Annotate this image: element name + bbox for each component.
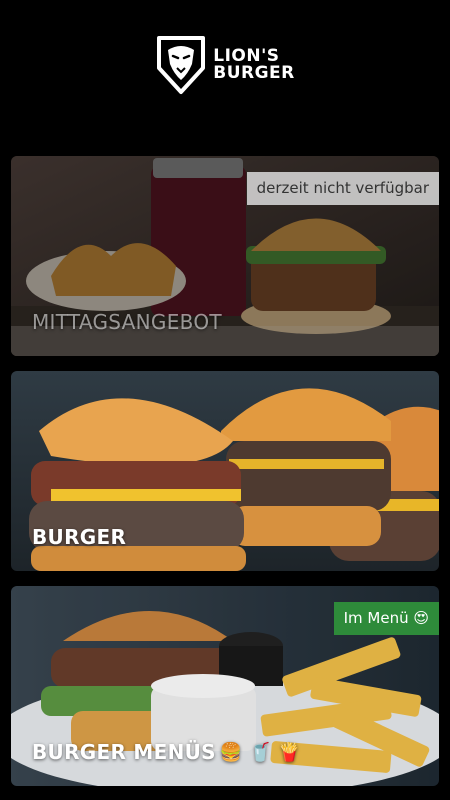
in-menu-badge: Im Menü 😍 — [333, 602, 439, 635]
brand-logo[interactable]: LION'S BURGER — [155, 34, 295, 96]
card-title: BURGER — [32, 525, 127, 549]
category-card-burger-menus[interactable]: Im Menü 😍 BURGER MENÜS 🍔 🥤 🍟 — [11, 586, 439, 786]
app-header: LION'S BURGER — [0, 0, 450, 140]
category-card-mittagsangebot[interactable]: derzeit nicht verfügbar MITTAGSANGEBOT — [11, 156, 439, 356]
card-title-text: BURGER MENÜS — [32, 740, 216, 764]
unavailable-badge: derzeit nicht verfügbar — [246, 172, 439, 205]
card-title: MITTAGSANGEBOT — [32, 310, 222, 334]
category-card-burger[interactable]: BURGER — [11, 371, 439, 571]
card-title: BURGER MENÜS 🍔 🥤 🍟 — [32, 740, 301, 764]
lion-head-icon — [157, 36, 206, 94]
burger-drink-fries-emoji-icons: 🍔 🥤 🍟 — [219, 741, 302, 763]
brand-wordmark: LION'S BURGER — [213, 48, 295, 82]
brand-line-2: BURGER — [213, 63, 295, 83]
